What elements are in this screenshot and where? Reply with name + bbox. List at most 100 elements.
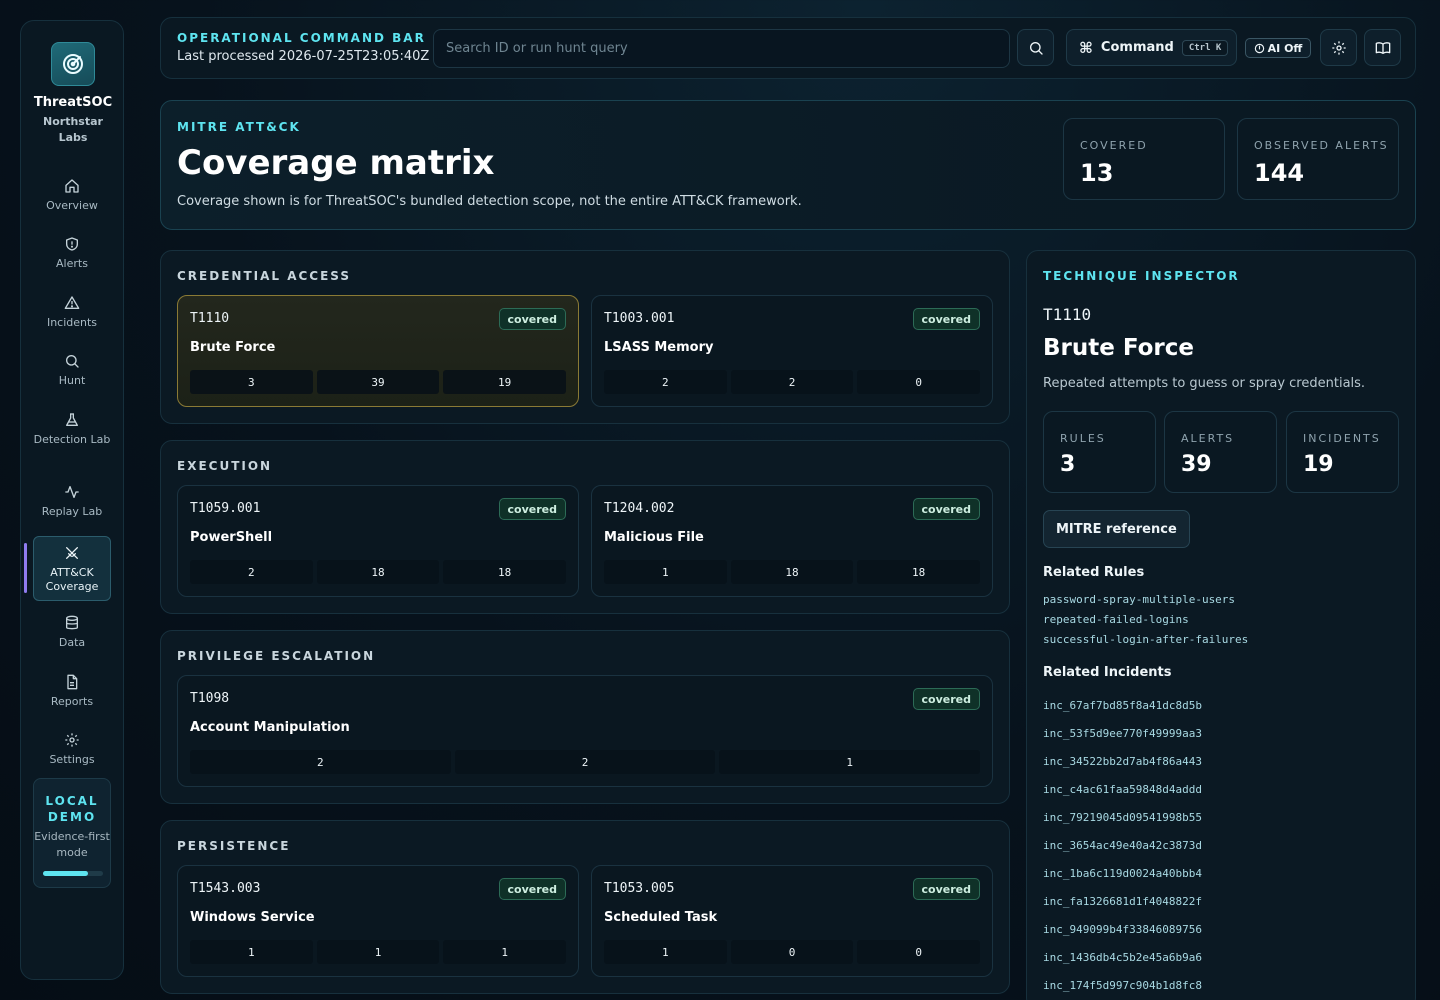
related-rule-link[interactable]: password-spray-multiple-users xyxy=(1043,593,1235,606)
related-incident-link[interactable]: inc_67af7bd85f8a41dc8d5b xyxy=(1043,699,1202,712)
technique-id: T1543.003 xyxy=(190,881,261,896)
technique-name: Scheduled Task xyxy=(604,910,718,925)
command-shortcut: Ctrl K xyxy=(1181,39,1229,56)
related-incident-link[interactable]: inc_53f5d9ee770f49999aa3 xyxy=(1043,727,1202,740)
nav-label: Settings xyxy=(49,753,95,766)
metric-incidents: 19 xyxy=(443,370,567,394)
technique-card[interactable]: T1110 covered Brute Force 3 39 19 xyxy=(177,295,579,407)
ai-toggle-button[interactable]: AI Off xyxy=(1245,38,1311,58)
observed-alerts-stat: OBSERVED ALERTS 144 xyxy=(1237,118,1399,200)
related-incident-link[interactable]: inc_1436db4c5b2e45a6b9a6 xyxy=(1043,951,1202,964)
logo[interactable] xyxy=(51,42,95,86)
related-incidents-heading: Related Incidents xyxy=(1043,665,1172,680)
demo-mode-card: LOCAL DEMO Evidence-first mode xyxy=(33,778,111,888)
nav-item-attack-coverage[interactable]: ATT&CK Coverage xyxy=(33,536,111,601)
related-incident-link[interactable]: inc_1ba6c119d0024a40bbb4 xyxy=(1043,867,1202,880)
status-badge: covered xyxy=(498,878,566,900)
alerts-stat: ALERTS 39 xyxy=(1164,411,1277,493)
nav-label: ATT&CK Coverage xyxy=(45,566,99,593)
technique-card[interactable]: T1098 covered Account Manipulation 2 2 1 xyxy=(177,675,993,787)
technique-metrics: 1 18 18 xyxy=(604,560,981,584)
nav-item-data[interactable]: Data xyxy=(33,615,111,650)
related-rule-link[interactable]: repeated-failed-logins xyxy=(1043,613,1189,626)
tactic-title: EXECUTION xyxy=(177,459,273,473)
gear-icon xyxy=(65,733,79,747)
technique-metrics: 2 18 18 xyxy=(190,560,567,584)
technique-id: T1053.005 xyxy=(604,881,675,896)
metric-rules: 2 xyxy=(190,750,451,774)
section-tag: MITRE ATT&CK xyxy=(177,120,301,134)
metric-incidents: 0 xyxy=(857,940,981,964)
nav-item-replay-lab[interactable]: Replay Lab xyxy=(33,484,111,519)
demo-title: LOCAL DEMO xyxy=(45,794,99,824)
related-incident-link[interactable]: inc_3654ac49e40a42c3873d xyxy=(1043,839,1202,852)
status-badge: covered xyxy=(912,688,980,710)
tactic-credential-access: CREDENTIAL ACCESS T1110 covered Brute Fo… xyxy=(160,250,1010,424)
technique-id: T1204.002 xyxy=(604,501,675,516)
metric-alerts: 39 xyxy=(316,370,440,394)
technique-id: T1110 xyxy=(190,311,230,326)
technique-metrics: 1 0 0 xyxy=(604,940,981,964)
technique-metrics: 1 1 1 xyxy=(190,940,567,964)
metric-alerts: 18 xyxy=(316,560,440,584)
metric-rules: 1 xyxy=(604,940,727,964)
status-badge: covered xyxy=(498,308,566,330)
metric-rules: 3 xyxy=(190,370,313,394)
sidebar: ThreatSOC Northstar Labs Overview Alerts… xyxy=(20,20,124,980)
stat-value: 19 xyxy=(1303,452,1334,477)
settings-button[interactable] xyxy=(1320,29,1357,66)
search-input[interactable] xyxy=(433,29,1010,68)
related-incident-link[interactable]: inc_fa1326681d1f4048822f xyxy=(1043,895,1202,908)
stat-value: 3 xyxy=(1060,452,1076,477)
technique-card[interactable]: T1003.001 covered LSASS Memory 2 2 0 xyxy=(591,295,993,407)
related-incident-link[interactable]: inc_c4ac61faa59848d4addd xyxy=(1043,783,1202,796)
nav-item-alerts[interactable]: Alerts xyxy=(33,236,111,271)
related-incident-link[interactable]: inc_174f5d997c904b1d8fc8 xyxy=(1043,979,1202,992)
metric-alerts: 0 xyxy=(730,940,854,964)
nav-label: Incidents xyxy=(46,316,98,329)
related-incident-link[interactable]: inc_949099b4f33846089756 xyxy=(1043,923,1202,936)
demo-progress-fill xyxy=(43,871,88,876)
incidents-stat: INCIDENTS 19 xyxy=(1286,411,1399,493)
nav-item-incidents[interactable]: Incidents xyxy=(33,295,111,330)
related-rule-link[interactable]: successful-login-after-failures xyxy=(1043,633,1248,646)
power-icon xyxy=(1254,43,1264,53)
mitre-reference-button[interactable]: MITRE reference xyxy=(1043,510,1190,548)
demo-progress-bar xyxy=(43,871,103,876)
related-incident-link[interactable]: inc_34522bb2d7ab4f86a443 xyxy=(1043,755,1202,768)
page-description: Coverage shown is for ThreatSOC's bundle… xyxy=(177,194,802,209)
search-icon xyxy=(66,355,79,368)
technique-name: Malicious File xyxy=(604,530,704,545)
metric-rules: 2 xyxy=(604,370,727,394)
nav-item-hunt[interactable]: Hunt xyxy=(33,353,111,388)
status-badge: covered xyxy=(912,308,980,330)
status-badge: covered xyxy=(912,498,980,520)
technique-card[interactable]: T1543.003 covered Windows Service 1 1 1 xyxy=(177,865,579,977)
related-incident-link[interactable]: inc_79219045d09541998b55 xyxy=(1043,811,1202,824)
tactic-persistence: PERSISTENCE T1543.003 covered Windows Se… xyxy=(160,820,1010,994)
page-title: Coverage matrix xyxy=(177,143,495,183)
metric-incidents: 1 xyxy=(719,750,981,774)
home-icon xyxy=(65,179,79,193)
status-badge: covered xyxy=(498,498,566,520)
nav-label: Alerts xyxy=(56,257,88,270)
stat-value: 13 xyxy=(1080,159,1114,187)
command-label: Command xyxy=(1100,40,1174,55)
nav-item-detection-lab[interactable]: Detection Lab xyxy=(33,412,111,447)
technique-card[interactable]: T1053.005 covered Scheduled Task 1 0 0 xyxy=(591,865,993,977)
technique-name: Account Manipulation xyxy=(190,720,350,735)
technique-card[interactable]: T1204.002 covered Malicious File 1 18 18 xyxy=(591,485,993,597)
docs-button[interactable] xyxy=(1364,29,1401,66)
technique-card[interactable]: T1059.001 covered PowerShell 2 18 18 xyxy=(177,485,579,597)
nav-item-overview[interactable]: Overview xyxy=(33,178,111,213)
stat-label: OBSERVED ALERTS xyxy=(1254,139,1389,152)
search-icon xyxy=(1029,41,1043,55)
nav-item-settings[interactable]: Settings xyxy=(33,732,111,767)
technique-metrics: 2 2 1 xyxy=(190,750,981,774)
command-button[interactable]: ⌘ Command Ctrl K xyxy=(1066,29,1237,66)
related-rules-heading: Related Rules xyxy=(1043,565,1145,580)
nav-item-reports[interactable]: Reports xyxy=(33,674,111,709)
search-button[interactable] xyxy=(1017,29,1054,66)
command-bar-title: OPERATIONAL COMMAND BAR xyxy=(177,31,426,45)
technique-name: PowerShell xyxy=(190,530,273,545)
